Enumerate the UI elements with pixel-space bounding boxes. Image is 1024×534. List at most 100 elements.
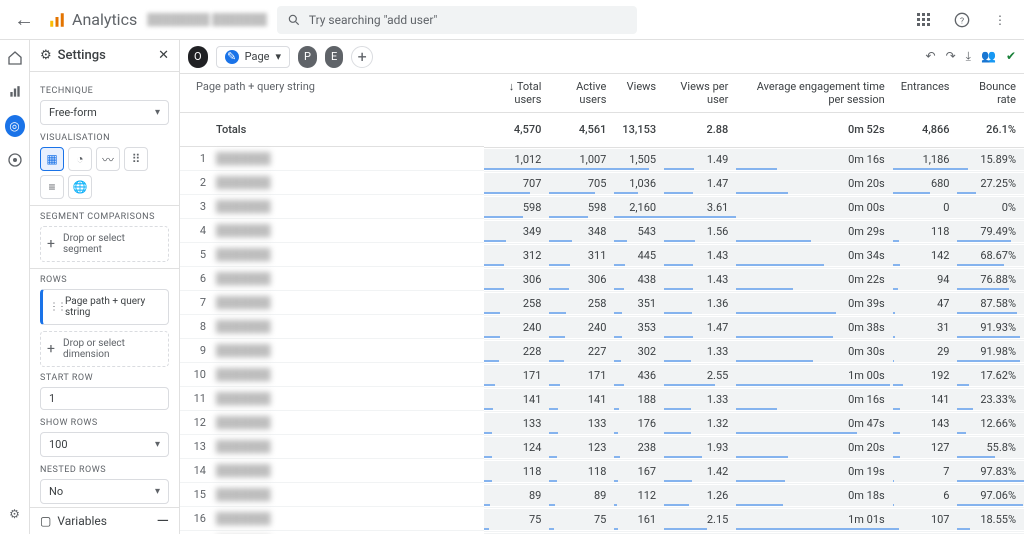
home-icon[interactable] bbox=[5, 48, 25, 68]
ads-icon[interactable] bbox=[5, 150, 25, 170]
metric-value: 0% bbox=[957, 195, 1024, 219]
column-header[interactable]: Average engagement time per session bbox=[736, 74, 892, 113]
metric-value: 171 bbox=[484, 363, 549, 387]
table-row[interactable]: 7███████2582583511.360m 39s4787.58% bbox=[180, 291, 1024, 315]
metric-value: 124 bbox=[484, 435, 549, 459]
metric-value: 27.25% bbox=[957, 171, 1024, 195]
tab-p[interactable]: P bbox=[298, 46, 317, 68]
metric-value: 1,505 bbox=[614, 147, 664, 171]
metric-value: 118 bbox=[893, 219, 958, 243]
reports-icon[interactable] bbox=[5, 82, 25, 102]
metric-value: 598 bbox=[484, 195, 549, 219]
column-header[interactable]: Entrances bbox=[893, 74, 958, 113]
metric-value: 141 bbox=[893, 387, 958, 411]
metric-value: 17.62% bbox=[957, 363, 1024, 387]
dimension-drop[interactable]: +Drop or select dimension bbox=[40, 331, 169, 367]
metric-value: 47 bbox=[893, 291, 958, 315]
column-header[interactable]: Total users bbox=[484, 74, 549, 113]
share-icon[interactable]: 👥 bbox=[981, 49, 996, 64]
visualisation-label: VISUALISATION bbox=[40, 133, 169, 143]
apps-icon[interactable] bbox=[910, 12, 938, 28]
table-row[interactable]: 13███████1241232381.930m 20s12755.8% bbox=[180, 435, 1024, 459]
redo-icon[interactable]: ↷ bbox=[946, 49, 956, 64]
minimize-icon[interactable]: — bbox=[157, 517, 170, 525]
table-row[interactable]: 10███████1711714362.551m 00s19217.62% bbox=[180, 363, 1024, 387]
admin-gear-icon[interactable]: ⚙ bbox=[5, 504, 25, 524]
table-row[interactable]: 16███████75751612.151m 01s10718.55% bbox=[180, 507, 1024, 531]
totals-value: 13,153 bbox=[614, 113, 664, 148]
metric-value: 127 bbox=[893, 435, 958, 459]
product-name: Analytics bbox=[72, 10, 137, 29]
metric-value: 55.8% bbox=[957, 435, 1024, 459]
totals-value: 26.1% bbox=[957, 113, 1024, 148]
metric-value: 1,012 bbox=[484, 147, 549, 171]
totals-value: 4,561 bbox=[549, 113, 614, 148]
metric-value: 0m 20s bbox=[736, 435, 892, 459]
search-input[interactable]: Try searching "add user" bbox=[277, 6, 637, 34]
svg-text:?: ? bbox=[960, 16, 964, 26]
table-row[interactable]: 9███████2282273021.330m 30s2991.98% bbox=[180, 339, 1024, 363]
metric-value: 0m 34s bbox=[736, 243, 892, 267]
table-row[interactable]: 6███████3063064381.430m 22s9476.88% bbox=[180, 267, 1024, 291]
metric-value: 91.93% bbox=[957, 315, 1024, 339]
metric-value: 161 bbox=[614, 507, 664, 531]
column-header-dimension[interactable]: Page path + query string bbox=[180, 74, 484, 113]
metric-value: 141 bbox=[549, 387, 614, 411]
tab-page[interactable]: ✎ Page ▾ bbox=[216, 46, 290, 68]
metric-value: 2.15 bbox=[664, 507, 736, 531]
tab-e[interactable]: E bbox=[325, 46, 343, 68]
download-icon[interactable]: ⤓ bbox=[966, 49, 971, 64]
property-selector[interactable]: ████████ ███████ bbox=[147, 13, 267, 26]
tab-o[interactable]: O bbox=[188, 46, 208, 68]
table-row[interactable]: 1███████1,0121,0071,5051.490m 16s1,18615… bbox=[180, 147, 1024, 171]
table-row[interactable]: 11███████1411411881.330m 16s14123.33% bbox=[180, 387, 1024, 411]
metric-value: 438 bbox=[614, 267, 664, 291]
metric-value: 79.49% bbox=[957, 219, 1024, 243]
table-row[interactable]: 8███████2402403531.470m 38s3191.93% bbox=[180, 315, 1024, 339]
table-row[interactable]: 4███████3493485431.560m 29s11879.49% bbox=[180, 219, 1024, 243]
more-icon[interactable]: ⋮ bbox=[986, 13, 1014, 27]
metric-value: 133 bbox=[484, 411, 549, 435]
vis-line-icon[interactable]: 〰 bbox=[96, 147, 120, 171]
technique-dropdown[interactable]: Free-form▾ bbox=[40, 100, 169, 125]
data-table: Page path + query stringTotal usersActiv… bbox=[180, 74, 1024, 534]
vis-table-icon[interactable]: ▦ bbox=[40, 147, 64, 171]
column-header[interactable]: Views per user bbox=[664, 74, 736, 113]
close-icon[interactable]: ✕ bbox=[158, 48, 169, 63]
segment-drop[interactable]: +Drop or select segment bbox=[40, 226, 169, 262]
metric-value: 133 bbox=[549, 411, 614, 435]
table-row[interactable]: 5███████3123114451.430m 34s14268.67% bbox=[180, 243, 1024, 267]
back-icon[interactable]: ← bbox=[10, 7, 38, 32]
metric-value: 1.33 bbox=[664, 387, 736, 411]
column-header[interactable]: Bounce rate bbox=[957, 74, 1024, 113]
start-row-input[interactable]: 1 bbox=[40, 387, 169, 410]
help-icon[interactable]: ? bbox=[948, 12, 976, 28]
vis-scatter-icon[interactable]: ⠿ bbox=[124, 147, 148, 171]
add-tab-button[interactable]: + bbox=[351, 46, 373, 68]
metric-value: 445 bbox=[614, 243, 664, 267]
table-row[interactable]: 15███████89891121.260m 18s697.06% bbox=[180, 483, 1024, 507]
metric-value: 707 bbox=[484, 171, 549, 195]
vis-bar-icon[interactable]: ≡ bbox=[40, 175, 64, 199]
table-row[interactable]: 2███████7077051,0361.470m 20s68027.25% bbox=[180, 171, 1024, 195]
variables-tab[interactable]: ▢ Variables — bbox=[30, 507, 179, 534]
table-row[interactable]: 3███████5985982,1603.610m 00s00% bbox=[180, 195, 1024, 219]
metric-value: 2.55 bbox=[664, 363, 736, 387]
metric-value: 0m 38s bbox=[736, 315, 892, 339]
column-header[interactable]: Active users bbox=[549, 74, 614, 113]
metric-value: 89 bbox=[549, 483, 614, 507]
nested-rows-dropdown[interactable]: No▾ bbox=[40, 479, 169, 504]
column-header[interactable]: Views bbox=[614, 74, 664, 113]
vis-geo-icon[interactable]: 🌐 bbox=[68, 175, 92, 199]
table-row[interactable]: 14███████1181181671.420m 19s797.83% bbox=[180, 459, 1024, 483]
explore-icon[interactable]: ◎ bbox=[5, 116, 25, 136]
check-icon[interactable]: ✔ bbox=[1006, 49, 1016, 64]
table-row[interactable]: 12███████1331331761.320m 47s14312.66% bbox=[180, 411, 1024, 435]
rows-chip[interactable]: ⋮⋮Page path + query string bbox=[40, 289, 169, 325]
vis-donut-icon[interactable]: ◔ bbox=[68, 147, 92, 171]
undo-icon[interactable]: ↶ bbox=[926, 49, 936, 64]
metric-value: 2,160 bbox=[614, 195, 664, 219]
metric-value: 312 bbox=[484, 243, 549, 267]
metric-value: 1.43 bbox=[664, 267, 736, 291]
show-rows-dropdown[interactable]: 100▾ bbox=[40, 432, 169, 457]
